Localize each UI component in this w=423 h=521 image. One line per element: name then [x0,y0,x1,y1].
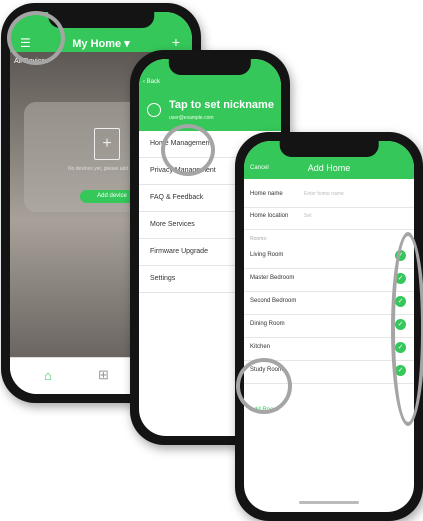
highlight-circle-menu [7,11,65,65]
highlight-circle-home-management [161,124,215,176]
nickname-label[interactable]: Tap to set nickname [169,99,274,111]
add-home-title: Add Home [307,163,351,173]
no-devices-text: No devices yet, please add [68,166,129,172]
add-home-screen: Cancel Add Home Home name Enter home nam… [244,141,414,512]
user-icon [147,103,161,117]
home-name-label: Home name [250,191,283,197]
phone-notch [168,59,252,75]
add-document-icon: + [94,128,120,160]
room-item[interactable]: Kitchen ✓ [244,337,414,361]
room-label: Living Room [250,252,284,258]
add-icon[interactable]: + [172,34,180,50]
room-label: Master Bedroom [250,275,295,281]
home-tab-icon[interactable]: ⌂ [44,368,52,383]
room-item[interactable]: Dining Room ✓ [244,314,414,338]
home-location-label: Home location [250,213,289,219]
home-name-input[interactable]: Enter home name [304,191,344,197]
room-label: Second Bedroom [250,298,297,304]
room-item[interactable]: Master Bedroom ✓ [244,268,414,292]
back-button[interactable]: ‹ Back [143,79,160,85]
scenes-tab-icon[interactable]: ⊞ [98,367,109,383]
room-label: Kitchen [250,344,271,350]
rooms-header: Rooms: [250,236,268,242]
phone-notch [48,12,154,28]
home-location-value[interactable]: Set [304,213,312,219]
home-name-row[interactable]: Home name Enter home name [244,185,414,208]
highlight-circle-study-room [236,358,292,414]
email-text: user@example.com [169,115,214,121]
home-indicator [299,501,359,504]
highlight-oval-checks [391,232,423,426]
room-item[interactable]: Second Bedroom ✓ [244,291,414,315]
home-location-row[interactable]: Home location Set [244,207,414,230]
room-item[interactable]: Living Room ✓ [244,245,414,269]
phone-notch [279,141,379,157]
room-label: Dining Room [250,321,285,327]
